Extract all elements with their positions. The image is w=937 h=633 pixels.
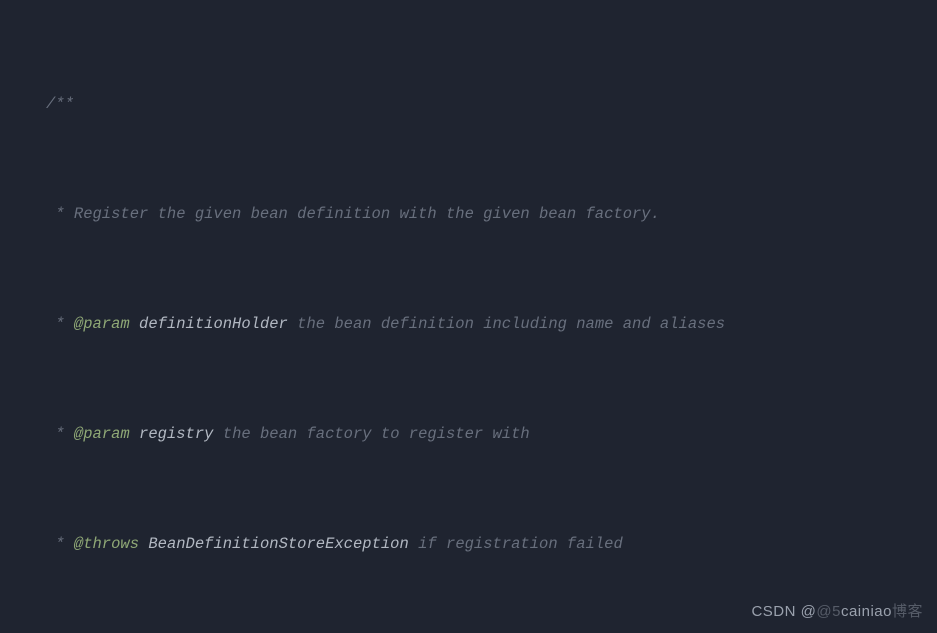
javadoc-param-name: registry: [139, 425, 213, 443]
javadoc-param-name: definitionHolder: [139, 315, 288, 333]
watermark-mid: @5: [816, 603, 841, 620]
watermark-left: CSDN @: [751, 603, 816, 620]
javadoc-param-desc: the bean definition including name and a…: [297, 315, 725, 333]
javadoc-throws-desc: if registration failed: [418, 535, 623, 553]
javadoc-star: *: [46, 315, 74, 333]
javadoc-star: *: [46, 205, 74, 223]
javadoc-star: *: [46, 535, 74, 553]
javadoc-tag-throws: @throws: [74, 535, 139, 553]
javadoc-throws-type: BeanDefinitionStoreException: [148, 535, 408, 553]
javadoc-open: /**: [46, 95, 74, 113]
watermark-tail: 博客: [892, 603, 923, 620]
javadoc-tag-param: @param: [74, 425, 130, 443]
javadoc-star: *: [46, 425, 74, 443]
javadoc-summary: Register the given bean definition with …: [74, 205, 660, 223]
watermark: CSDN @@5cainiao博客: [751, 600, 923, 621]
code-editor[interactable]: /** * Register the given bean definition…: [0, 0, 937, 633]
watermark-right: cainiao: [841, 603, 892, 620]
javadoc-tag-param: @param: [74, 315, 130, 333]
javadoc-param-desc: the bean factory to register with: [223, 425, 530, 443]
